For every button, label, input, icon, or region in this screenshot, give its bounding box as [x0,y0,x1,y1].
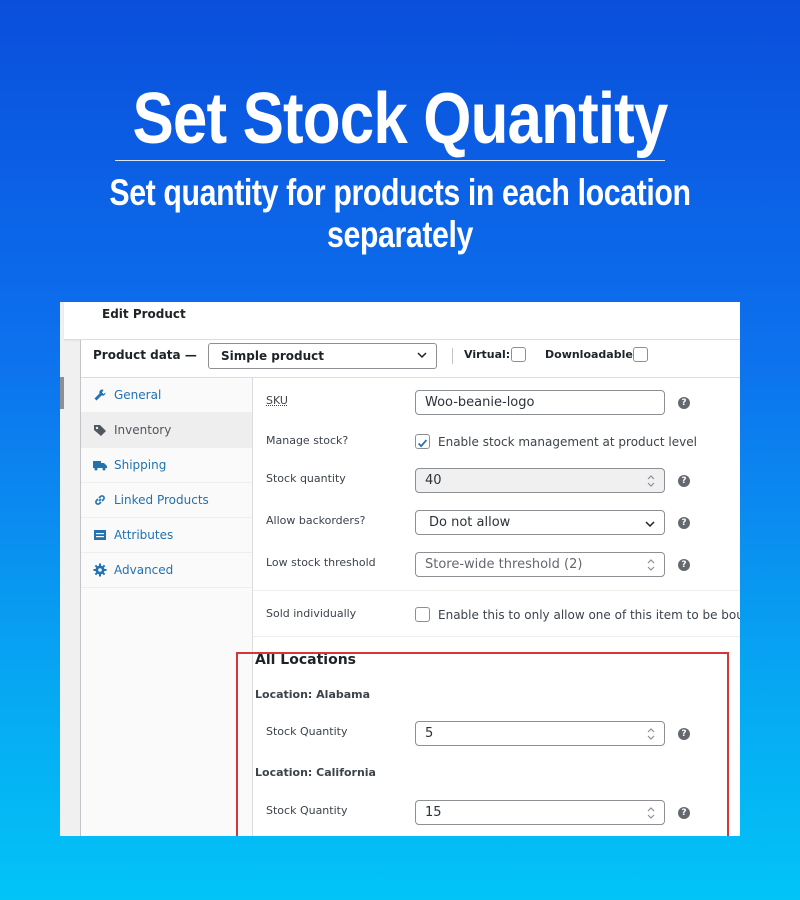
downloadable-label: Downloadable: [545,348,638,361]
tab-attributes[interactable]: Attributes [81,518,252,553]
tab-inventory[interactable]: Inventory [81,413,252,448]
spinner-icon[interactable] [646,474,656,488]
virtual-label: Virtual: [464,348,511,361]
sold-individually-label: Sold individually [266,607,357,620]
tab-general[interactable]: General [81,378,252,413]
manage-stock-text: Enable stock management at product level [438,435,697,449]
low-stock-placeholder: Store-wide threshold (2) [425,557,583,572]
chevron-down-icon [645,521,655,528]
product-data-header: Product data — Simple product Virtual: D… [81,340,740,378]
sku-label: SKU [266,394,288,407]
hero-underline [115,160,665,161]
spinner-icon[interactable] [646,558,656,572]
product-type-select[interactable]: Simple product [208,343,437,369]
product-data-label: Product data — [93,348,197,362]
edit-product-header: Edit Product [64,302,740,340]
tab-linked-products[interactable]: Linked Products [81,483,252,518]
stock-quantity-value: 40 [425,473,442,488]
tag-icon [94,425,106,436]
locations-highlight-box [236,652,729,836]
sku-value: Woo-beanie-logo [425,395,535,410]
divider [253,590,740,591]
truck-icon [93,461,107,471]
manage-stock-checkbox[interactable] [415,434,430,449]
stock-quantity-label: Stock quantity [266,472,346,485]
separator [452,348,453,364]
product-data-tabs: General Inventory Shipping Linked Produc… [81,378,253,836]
tab-advanced[interactable]: Advanced [81,553,252,588]
page-title: Edit Product [102,307,186,321]
help-icon[interactable]: ? [678,475,690,487]
virtual-checkbox[interactable] [511,347,526,362]
list-icon [94,530,106,540]
sold-individually-text: Enable this to only allow one of this it… [438,608,740,622]
tab-label: Advanced [114,563,174,577]
sold-individually-checkbox[interactable] [415,607,430,622]
wrench-icon [94,389,106,401]
help-icon[interactable]: ? [678,517,690,529]
product-edit-panel: Edit Product Product data — Simple produ… [60,302,740,836]
product-type-value: Simple product [221,349,325,363]
tab-label: Linked Products [114,493,209,507]
manage-stock-label: Manage stock? [266,434,349,447]
backorders-value: Do not allow [429,515,511,530]
link-icon [95,495,105,505]
downloadable-checkbox[interactable] [633,347,648,362]
tab-label: Inventory [114,423,172,437]
help-icon[interactable]: ? [678,559,690,571]
hero-subtitle: Set quantity for products in each locati… [109,172,691,255]
chevron-down-icon [417,352,427,359]
tab-label: Shipping [114,458,167,472]
gear-icon [93,563,107,577]
backorders-select[interactable]: Do not allow [415,510,665,535]
tab-label: General [114,388,162,402]
hero-title: Set Stock Quantity [132,79,668,159]
checkmark-icon [417,439,428,448]
low-stock-input[interactable]: Store-wide threshold (2) [415,552,665,577]
tab-label: Attributes [114,528,174,542]
help-icon[interactable]: ? [678,397,690,409]
divider [253,636,740,637]
tab-shipping[interactable]: Shipping [81,448,252,483]
stock-quantity-input[interactable]: 40 [415,468,665,493]
admin-menu-edge [60,377,64,409]
low-stock-label: Low stock threshold [266,556,376,569]
backorders-label: Allow backorders? [266,514,366,527]
sku-input[interactable]: Woo-beanie-logo [415,390,665,415]
